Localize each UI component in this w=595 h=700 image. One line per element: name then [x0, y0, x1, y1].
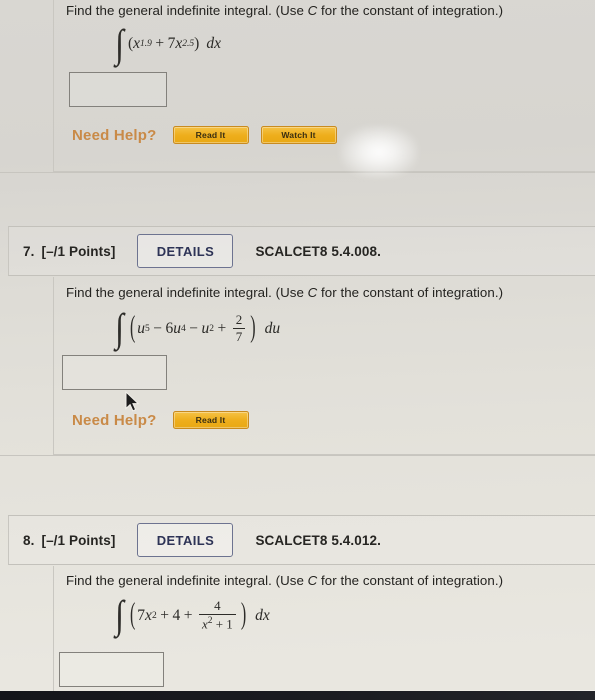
term-1-base: x	[145, 606, 152, 624]
integral-sign-icon: ∫	[115, 305, 124, 351]
term-3-exponent: 2	[209, 323, 215, 334]
problem-8-code: SCALCET8 5.4.012.	[255, 532, 381, 548]
watch-it-button[interactable]: Watch It	[260, 126, 337, 144]
fraction-numerator: 4	[214, 598, 221, 613]
prompt-constant-c: C	[307, 573, 318, 588]
prompt-text-after: for the constant of integration.)	[317, 573, 504, 588]
prompt-constant-c: C	[307, 285, 318, 300]
differential: du	[264, 319, 281, 337]
prompt-text-before: Find the general indefinite integral. (U…	[66, 3, 308, 18]
term-1-exponent: 2	[151, 610, 157, 621]
integral-sign-icon: ∫	[115, 592, 124, 638]
fraction-numerator: 2	[235, 312, 243, 327]
need-help-row-problem-7: Need Help? Read It	[72, 411, 249, 429]
term-1-base: u	[137, 319, 146, 337]
term-2-base: u	[173, 319, 182, 337]
problem-7-code: SCALCET8 5.4.008.	[255, 243, 381, 259]
screen-bottom-edge	[0, 691, 595, 700]
prompt-text-after: for the constant of integration.)	[317, 3, 504, 18]
integrand: (x 1.9 +7 x 2.5) dx	[128, 35, 221, 53]
differential: dx	[255, 606, 270, 624]
details-button-problem-8[interactable]: DETAILS	[137, 523, 234, 557]
problem-8-number: 8.	[23, 532, 35, 548]
answer-input-problem-8[interactable]	[59, 652, 164, 687]
term-2-coefficient: 6	[165, 319, 174, 337]
term-2-exponent: 2.5	[182, 39, 195, 50]
problem-8-points: [–/1 Points]	[41, 532, 116, 548]
term-1-coefficient: 7	[137, 606, 146, 624]
integrand: (7 x 2 +4 + 4 x2 + 1 ) dx	[128, 598, 270, 632]
need-help-label: Need Help?	[72, 411, 157, 429]
term-1-base: x	[133, 35, 141, 53]
term-3-base: u	[201, 319, 210, 337]
need-help-row-problem-6: Need Help? Read It Watch It	[72, 126, 337, 144]
operator-1: −	[153, 319, 163, 337]
paren-open: (	[129, 311, 136, 345]
problem-6-integral: ∫ (x 1.9 +7 x 2.5) dx	[54, 21, 221, 66]
integrand: (u 5−6 u 4− u 2 + 2 7 ) du	[128, 311, 281, 345]
fraction-bar	[198, 613, 236, 615]
prompt-constant-c: C	[307, 3, 318, 18]
paren-close: )	[240, 598, 247, 631]
read-it-button[interactable]: Read It	[172, 126, 249, 144]
problem-8-body: Find the general indefinite integral. (U…	[53, 566, 595, 692]
paren-close: )	[194, 35, 200, 53]
fraction-denominator: 7	[235, 328, 243, 344]
paren-close: )	[250, 311, 256, 345]
prompt-text-after: for the constant of integration.)	[317, 285, 504, 300]
problem-6-body: Find the general indefinite integral. (U…	[53, 0, 595, 172]
term-2-exponent: 4	[181, 323, 186, 334]
operator-2: +	[183, 606, 193, 624]
details-button-problem-7[interactable]: DETAILS	[137, 234, 234, 268]
problem-7-body: Find the general indefinite integral. (U…	[53, 277, 595, 455]
problem-7-divider	[0, 455, 595, 456]
answer-input-problem-7[interactable]	[62, 355, 167, 390]
operator-1: +	[160, 606, 169, 624]
assignment-page: Find the general indefinite integral. (U…	[0, 0, 595, 700]
term-2-constant: 4	[172, 606, 181, 624]
problem-6-divider	[0, 172, 595, 173]
fraction-two-sevenths: 2 7	[232, 312, 246, 345]
problem-8-header: 8. [–/1 Points] DETAILS SCALCET8 5.4.012…	[8, 515, 595, 565]
problem-6-prompt: Find the general indefinite integral. (U…	[54, 3, 503, 18]
fraction-denominator: x2 + 1	[199, 616, 236, 632]
term-1-exponent: 1.9	[140, 39, 152, 50]
problem-8-prompt: Find the general indefinite integral. (U…	[54, 573, 503, 588]
fraction-four-over-x-squared-plus-one: 4 x2 + 1	[198, 598, 236, 632]
problem-8-integral: ∫ (7 x 2 +4 + 4 x2 + 1 ) dx	[54, 592, 270, 638]
denominator-tail: + 1	[212, 616, 233, 632]
prompt-text-before: Find the general indefinite integral. (U…	[66, 285, 308, 300]
term-2-base: x	[175, 35, 183, 53]
term-1-exponent: 5	[145, 323, 150, 334]
problem-7-integral: ∫ (u 5−6 u 4− u 2 + 2 7 ) du	[54, 305, 281, 351]
problem-7-prompt: Find the general indefinite integral. (U…	[54, 285, 503, 300]
problem-7-header: 7. [–/1 Points] DETAILS SCALCET8 5.4.008…	[8, 226, 595, 276]
differential: dx	[206, 35, 221, 53]
paren-open: (	[129, 598, 136, 631]
problem-7-points: [–/1 Points]	[41, 243, 116, 259]
operator-3: +	[217, 319, 227, 337]
answer-input-problem-6[interactable]	[69, 72, 167, 107]
prompt-text-before: Find the general indefinite integral. (U…	[66, 573, 308, 588]
need-help-label: Need Help?	[72, 126, 157, 144]
operator-1: +	[155, 35, 165, 53]
operator-2: −	[189, 319, 199, 337]
problem-7-number: 7.	[23, 243, 35, 259]
read-it-button[interactable]: Read It	[172, 411, 249, 429]
integral-sign-icon: ∫	[115, 21, 124, 66]
